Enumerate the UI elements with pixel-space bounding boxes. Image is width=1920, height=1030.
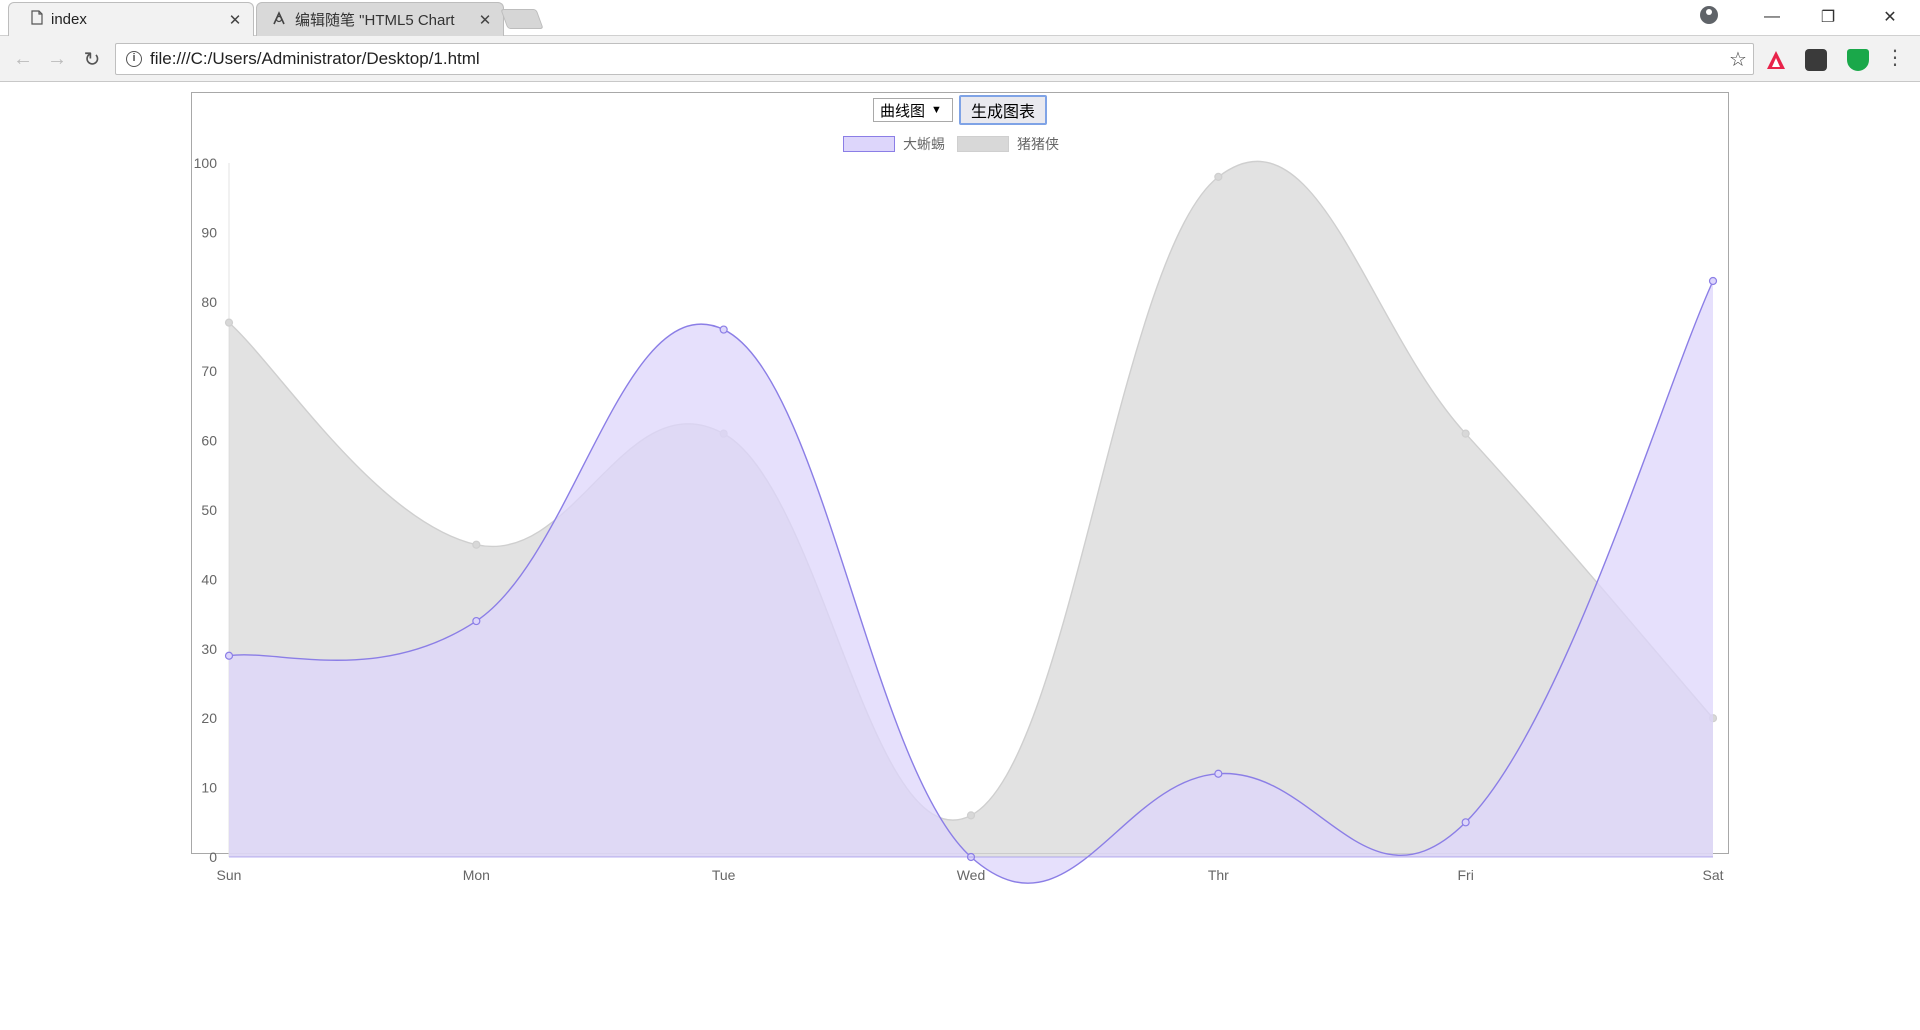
site-icon xyxy=(271,10,287,30)
new-tab-button[interactable] xyxy=(500,9,544,29)
back-icon[interactable]: ← xyxy=(8,44,38,74)
close-window-icon[interactable]: ✕ xyxy=(1862,0,1918,34)
tab-edit-post[interactable]: 编辑随笔 "HTML5 Chart ✕ xyxy=(256,2,504,36)
data-point xyxy=(1708,276,1718,286)
info-icon[interactable]: i xyxy=(126,51,142,67)
x-tick-label: Sat xyxy=(1702,867,1723,883)
x-tick-label: Tue xyxy=(712,867,736,883)
data-point xyxy=(1214,172,1223,181)
bookmark-star-icon[interactable]: ☆ xyxy=(1723,47,1753,72)
url-text[interactable]: file:///C:/Users/Administrator/Desktop/1… xyxy=(150,49,1723,69)
tab-index[interactable]: index ✕ xyxy=(8,2,254,36)
close-icon[interactable]: ✕ xyxy=(477,11,493,29)
address-bar[interactable]: i file:///C:/Users/Administrator/Desktop… xyxy=(115,43,1754,75)
forward-icon[interactable]: → xyxy=(42,44,72,74)
y-tick-label: 100 xyxy=(194,155,218,171)
data-point xyxy=(224,651,234,660)
y-tick-label: 50 xyxy=(201,502,217,518)
close-icon[interactable]: ✕ xyxy=(227,11,243,29)
y-tick-label: 40 xyxy=(201,571,217,587)
tab-strip: index ✕ 编辑随笔 "HTML5 Chart ✕ — ❐ ✕ xyxy=(0,0,1920,36)
data-point xyxy=(224,318,234,327)
data-point xyxy=(966,811,976,820)
y-tick-label: 70 xyxy=(201,363,217,379)
data-point xyxy=(1461,818,1470,827)
x-tick-label: Thr xyxy=(1208,867,1229,883)
x-tick-label: Sun xyxy=(217,867,242,883)
minimize-icon[interactable]: — xyxy=(1744,0,1800,34)
tab-title: 编辑随笔 "HTML5 Chart xyxy=(295,12,455,29)
data-point xyxy=(719,325,728,334)
data-point xyxy=(472,616,481,626)
y-tick-label: 90 xyxy=(201,224,217,240)
x-tick-label: Fri xyxy=(1458,867,1474,883)
extension-dark-icon[interactable] xyxy=(1805,49,1827,71)
y-tick-label: 80 xyxy=(201,294,217,310)
profile-icon[interactable] xyxy=(1700,6,1718,24)
x-tick-label: Wed xyxy=(957,867,986,883)
restore-icon[interactable]: ❐ xyxy=(1800,0,1856,34)
y-tick-label: 0 xyxy=(209,849,217,865)
y-tick-label: 10 xyxy=(201,780,217,796)
area-chart: 0 10 20 30 40 50 60 70 80 90 100 Sun Mon Tue Wed Thr Fri… xyxy=(194,155,1724,884)
page-icon xyxy=(31,10,43,29)
browser-toolbar: ← → ↻ i file:///C:/Users/Administrator/D… xyxy=(0,36,1920,82)
data-point xyxy=(1461,429,1470,438)
y-tick-label: 20 xyxy=(201,710,217,726)
tab-title: index xyxy=(51,11,87,28)
x-tick-label: Mon xyxy=(463,867,490,883)
page-content: 曲线图 ▼ 生成图表 大蜥蜴 猪猪侠 0 10 20 30 40 50 60 70 80 90 10… xyxy=(0,82,1920,1030)
extension-red-icon[interactable] xyxy=(1765,49,1787,71)
reload-icon[interactable]: ↻ xyxy=(77,44,107,74)
data-point xyxy=(1214,769,1223,778)
menu-icon[interactable]: ⋮ xyxy=(1885,47,1905,71)
extension-shield-icon[interactable] xyxy=(1847,49,1869,71)
y-tick-label: 30 xyxy=(201,641,217,657)
data-point xyxy=(472,540,481,549)
y-tick-label: 60 xyxy=(201,433,217,449)
